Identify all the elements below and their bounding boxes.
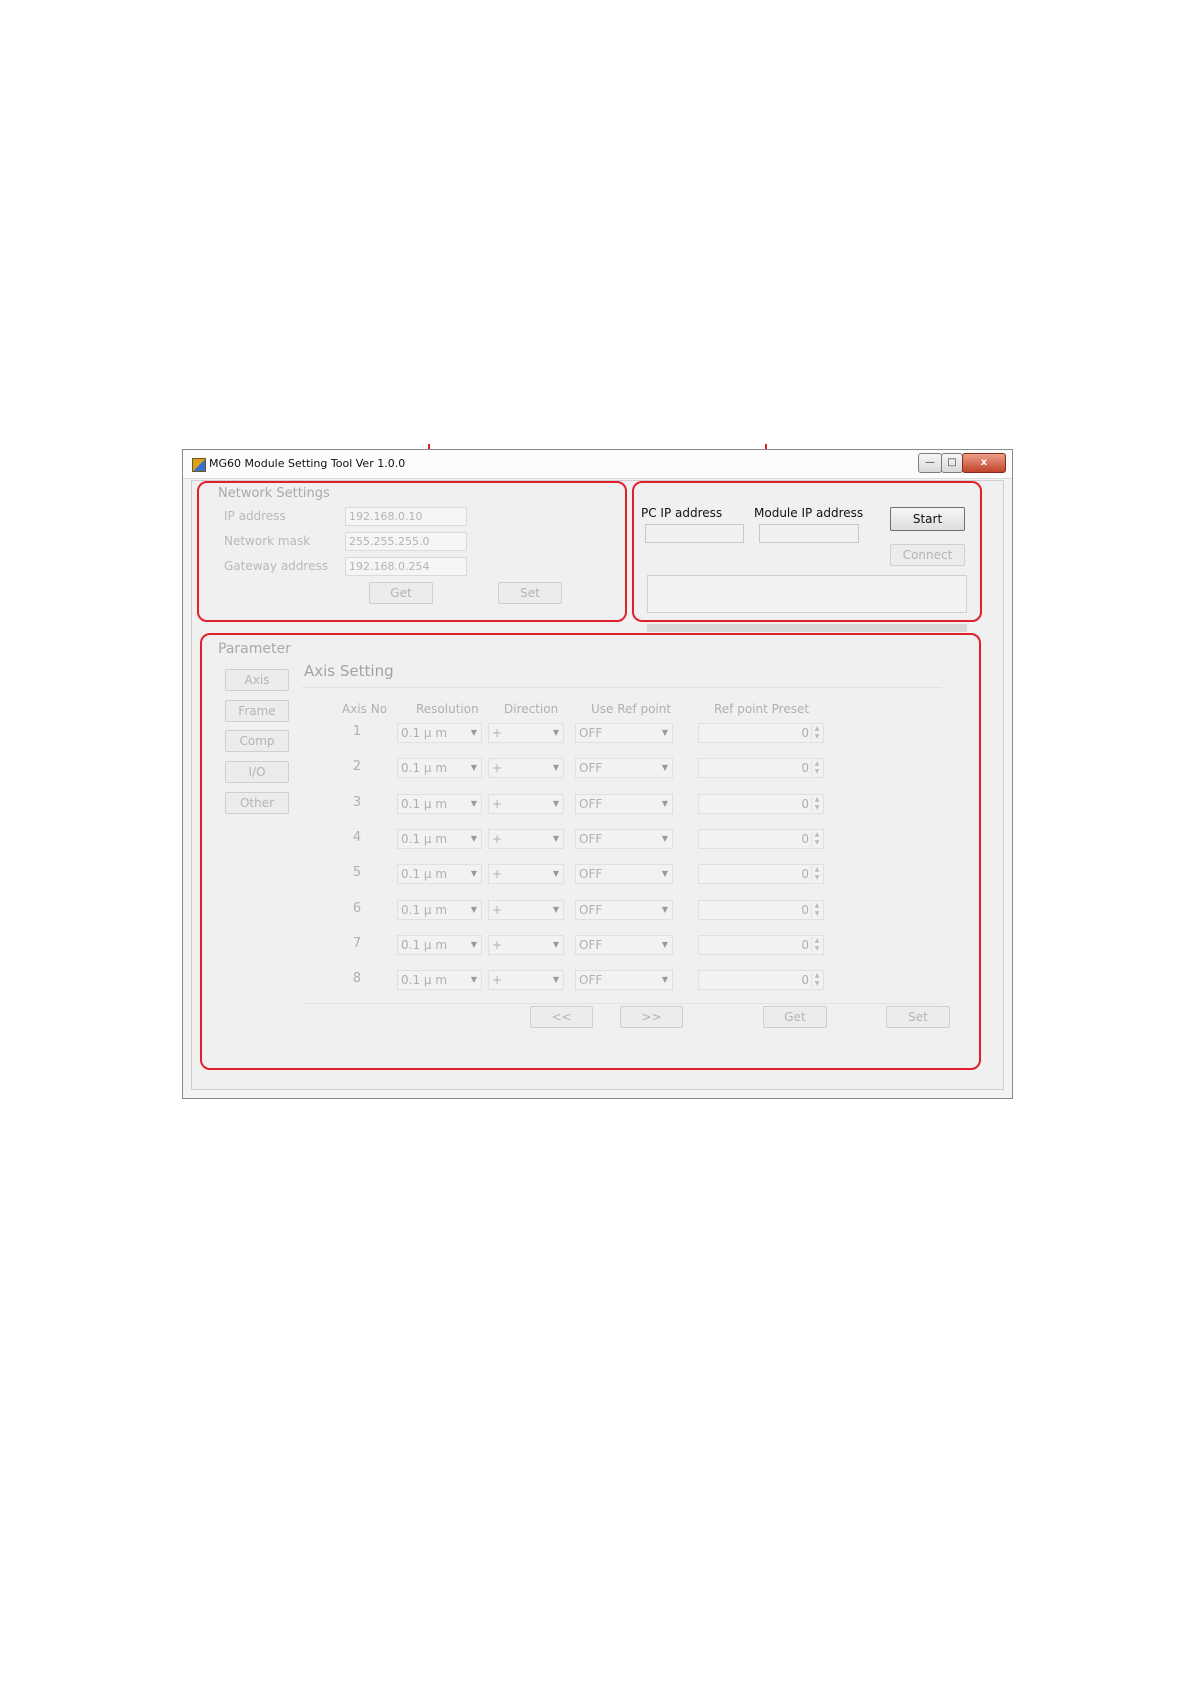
connection-highlight (632, 481, 982, 622)
app-icon (192, 458, 206, 472)
window-title: MG60 Module Setting Tool Ver 1.0.0 (209, 457, 406, 470)
parameter-highlight (200, 633, 981, 1070)
close-button[interactable]: x (962, 453, 1006, 473)
network-settings-highlight (197, 481, 627, 622)
maximize-button[interactable]: □ (941, 453, 963, 473)
title-bar: MG60 Module Setting Tool Ver 1.0.0 — □ x (183, 450, 1012, 479)
minimize-button[interactable]: — (918, 453, 942, 473)
progress-bar (647, 624, 967, 632)
